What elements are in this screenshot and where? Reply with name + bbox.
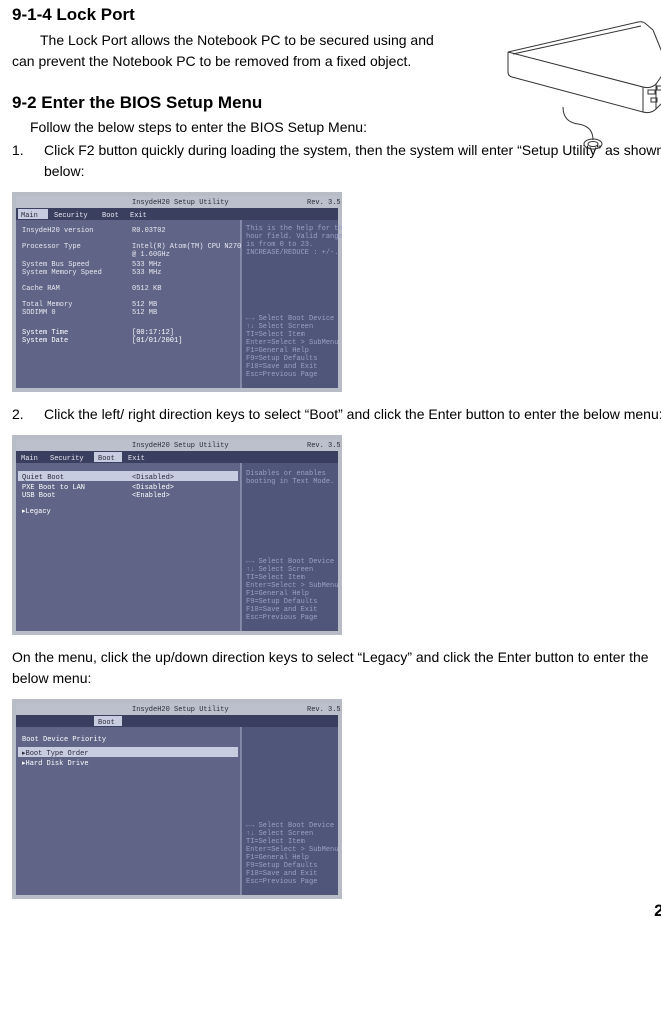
- svg-text:INCREASE/REDUCE : +/-.: INCREASE/REDUCE : +/-.: [246, 249, 338, 257]
- svg-text:Security: Security: [50, 455, 84, 463]
- laptop-icon: [493, 12, 661, 162]
- svg-text:Boot Device Priority: Boot Device Priority: [22, 736, 106, 744]
- bios1-tab-exit: Exit: [130, 212, 147, 220]
- svg-text:Disables or enables: Disables or enables: [246, 470, 326, 478]
- bios-screenshot-legacy: InsydeH20 Setup Utility Rev. 3.5 Boot Bo…: [12, 699, 661, 899]
- svg-text:▸Hard Disk Drive: ▸Hard Disk Drive: [22, 760, 89, 768]
- bios1-rev: Rev. 3.5: [307, 199, 341, 207]
- svg-text:Total Memory: Total Memory: [22, 301, 72, 309]
- after-step-paragraph: On the menu, click the up/down direction…: [12, 647, 661, 689]
- svg-text:↑↓ Select Screen: ↑↓ Select Screen: [246, 566, 313, 574]
- svg-text:Exit: Exit: [128, 455, 145, 463]
- svg-text:USB Boot: USB Boot: [22, 492, 56, 500]
- svg-text:Cache RAM: Cache RAM: [22, 285, 60, 293]
- svg-text:F10=Save and Exit: F10=Save and Exit: [246, 870, 317, 878]
- svg-text:512 MB: 512 MB: [132, 301, 157, 309]
- svg-text:0512 KB: 0512 KB: [132, 285, 161, 293]
- para-lock-port: The Lock Port allows the Notebook PC to …: [12, 30, 452, 72]
- svg-text:↑↓ Select Screen: ↑↓ Select Screen: [246, 830, 313, 838]
- svg-text:Rev. 3.5: Rev. 3.5: [307, 706, 341, 714]
- svg-text:hour field. Valid range: hour field. Valid range: [246, 233, 342, 241]
- svg-text:F1=General Help: F1=General Help: [246, 590, 309, 598]
- svg-text:Rev. 3.5: Rev. 3.5: [307, 442, 341, 450]
- svg-text:[00:17:12]: [00:17:12]: [132, 329, 174, 337]
- svg-text:System Time: System Time: [22, 329, 68, 337]
- bios-screenshot-main: InsydeH20 Setup Utility Rev. 3.5 Main Se…: [12, 192, 661, 392]
- svg-text:←→ Select Boot Device: ←→ Select Boot Device: [246, 315, 334, 323]
- svg-text:Processor Type: Processor Type: [22, 243, 81, 251]
- bios1-title: InsydeH20 Setup Utility: [132, 199, 229, 207]
- svg-text:F9=Setup Defaults: F9=Setup Defaults: [246, 598, 317, 606]
- bios1-tab-security: Security: [54, 212, 88, 220]
- page-number: 25: [654, 898, 661, 924]
- laptop-illustration: [493, 12, 661, 168]
- svg-text:Enter=Select > SubMenu: Enter=Select > SubMenu: [246, 339, 338, 347]
- svg-text:System Date: System Date: [22, 337, 68, 345]
- svg-text:F1=General Help: F1=General Help: [246, 854, 309, 862]
- step-2-body: Click the left/ right direction keys to …: [36, 404, 661, 425]
- bios-screenshot-boot: InsydeH20 Setup Utility Rev. 3.5 Main Se…: [12, 435, 661, 635]
- svg-text:F9=Setup Defaults: F9=Setup Defaults: [246, 355, 317, 363]
- svg-text:<Enabled>: <Enabled>: [132, 492, 170, 500]
- svg-text:Esc=Previous Page: Esc=Previous Page: [246, 614, 317, 622]
- svg-text:SODIMM 0: SODIMM 0: [22, 309, 56, 317]
- svg-text:←→ Select Boot Device: ←→ Select Boot Device: [246, 558, 334, 566]
- svg-text:Quiet Boot: Quiet Boot: [22, 474, 64, 482]
- svg-text:F1=General Help: F1=General Help: [246, 347, 309, 355]
- svg-text:InsydeH20 Setup Utility: InsydeH20 Setup Utility: [132, 442, 229, 450]
- svg-text:<Disabled>: <Disabled>: [132, 484, 174, 492]
- svg-text:Main: Main: [21, 455, 38, 463]
- svg-text:[01/01/2001]: [01/01/2001]: [132, 337, 182, 345]
- svg-text:R0.03T02: R0.03T02: [132, 227, 166, 235]
- bios1-tab-boot: Boot: [102, 212, 119, 220]
- svg-text:@ 1.60GHz: @ 1.60GHz: [132, 251, 170, 259]
- svg-text:<Disabled>: <Disabled>: [132, 474, 174, 482]
- svg-text:533 MHz: 533 MHz: [132, 261, 161, 269]
- svg-text:System Memory Speed: System Memory Speed: [22, 269, 102, 277]
- step-2: 2. Click the left/ right direction keys …: [12, 404, 661, 425]
- svg-text:F9=Setup Defaults: F9=Setup Defaults: [246, 862, 317, 870]
- svg-text:is from 0 to 23.: is from 0 to 23.: [246, 241, 313, 249]
- svg-text:↑↓ Select Screen: ↑↓ Select Screen: [246, 323, 313, 331]
- svg-text:TI=Select Item: TI=Select Item: [246, 838, 305, 846]
- svg-text:F10=Save and Exit: F10=Save and Exit: [246, 606, 317, 614]
- svg-text:InsydeH20 Setup Utility: InsydeH20 Setup Utility: [132, 706, 229, 714]
- svg-text:InsydeH20 version: InsydeH20 version: [22, 227, 93, 235]
- svg-text:Intel(R) Atom(TM) CPU N270: Intel(R) Atom(TM) CPU N270: [132, 243, 241, 251]
- svg-text:Enter=Select > SubMenu: Enter=Select > SubMenu: [246, 582, 338, 590]
- svg-text:TI=Select Item: TI=Select Item: [246, 331, 305, 339]
- svg-text:▸Legacy: ▸Legacy: [22, 508, 51, 516]
- svg-text:booting in Text Mode.: booting in Text Mode.: [246, 478, 334, 486]
- svg-text:Boot: Boot: [98, 719, 115, 727]
- svg-text:System Bus Speed: System Bus Speed: [22, 261, 89, 269]
- svg-text:←→ Select Boot Device: ←→ Select Boot Device: [246, 822, 334, 830]
- svg-text:▸Boot Type Order: ▸Boot Type Order: [22, 750, 89, 758]
- svg-text:PXE Boot to LAN: PXE Boot to LAN: [22, 484, 85, 492]
- svg-text:This is the help for the: This is the help for the: [246, 225, 342, 233]
- svg-text:Enter=Select > SubMenu: Enter=Select > SubMenu: [246, 846, 338, 854]
- svg-text:F10=Save and Exit: F10=Save and Exit: [246, 363, 317, 371]
- svg-text:Esc=Previous Page: Esc=Previous Page: [246, 371, 317, 379]
- step-2-number: 2.: [12, 404, 36, 425]
- svg-text:Esc=Previous Page: Esc=Previous Page: [246, 878, 317, 886]
- svg-text:TI=Select Item: TI=Select Item: [246, 574, 305, 582]
- bios1-tab-main: Main: [21, 212, 38, 220]
- svg-text:Boot: Boot: [98, 455, 115, 463]
- step-1-number: 1.: [12, 140, 36, 161]
- svg-text:533 MHz: 533 MHz: [132, 269, 161, 277]
- svg-text:512 MB: 512 MB: [132, 309, 157, 317]
